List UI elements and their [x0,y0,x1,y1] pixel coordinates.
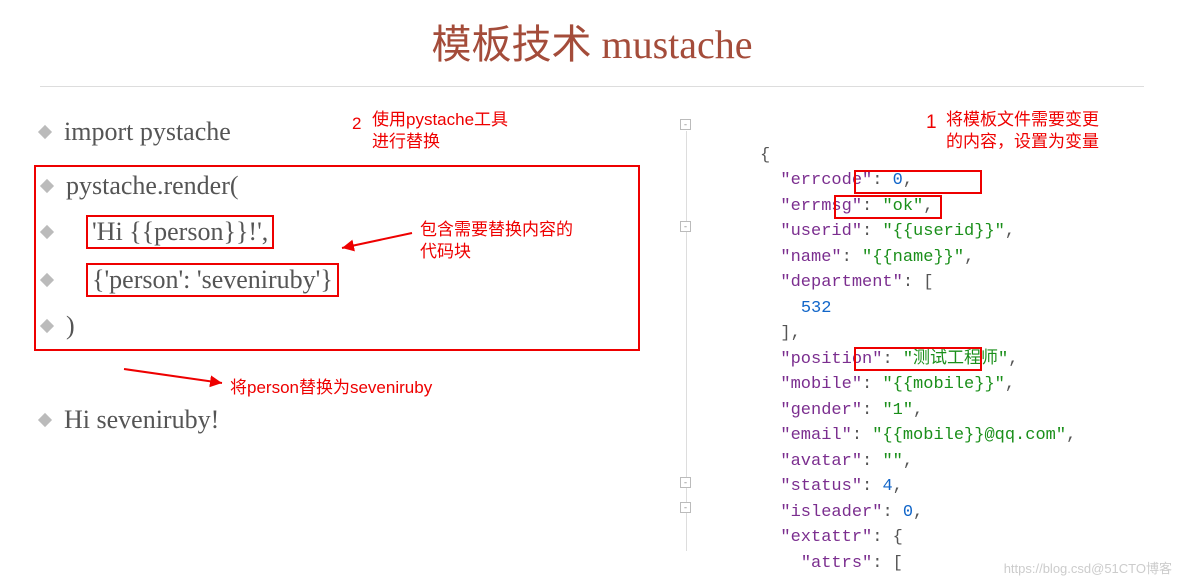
annotation-text-2: 使用pystache工具进行替换 [372,109,508,153]
code-text: pystache.render( [66,171,239,201]
fold-toggle-icon[interactable]: - [680,221,691,232]
annotation-number-2: 2 [352,113,361,135]
page-title: 模板技术 mustache [0,0,1184,80]
annotation-text-replace: 将person替换为seveniruby [230,377,432,399]
code-text: import pystache [64,117,231,147]
code-line-render: pystache.render( [42,171,632,201]
bullet-icon [40,273,54,287]
highlight-box-template-string: 'Hi {{person}}!', [86,215,274,249]
annotation-number-1: 1 [926,111,937,136]
result-line: Hi seveniruby! [40,405,640,435]
fold-toggle-icon[interactable]: - [680,502,691,513]
watermark: https://blog.csd@51CTO博客 [1004,558,1172,577]
fold-toggle-icon[interactable]: - [680,477,691,488]
code-text: ) [66,311,75,341]
right-column: 1 将模板文件需要变更的内容，设置为变量 - - - - { "errcode"… [640,117,1154,576]
bullet-icon [38,125,52,139]
fold-toggle-icon[interactable]: - [680,119,691,130]
fold-gutter: - - - - [680,117,694,576]
highlight-box-dict: {'person': 'seveniruby'} [86,263,339,297]
result-text: Hi seveniruby! [64,405,219,435]
code-line-dict: {'person': 'seveniruby'} [42,263,632,297]
highlight-box-userid [854,170,982,194]
bullet-icon [40,225,54,239]
highlight-box-name [834,195,942,219]
code-line-close: ) [42,311,632,341]
bullet-icon [40,179,54,193]
left-column: import pystache 2 使用pystache工具进行替换 pysta… [40,117,640,576]
bullet-icon [38,413,52,427]
annotation-text-1: 将模板文件需要变更的内容，设置为变量 [946,109,1099,153]
bullet-icon [40,319,54,333]
annotation-text-template: 包含需要替换内容的代码块 [420,219,573,263]
highlight-box-mobile [854,347,982,371]
code-line-import: import pystache [40,117,640,147]
